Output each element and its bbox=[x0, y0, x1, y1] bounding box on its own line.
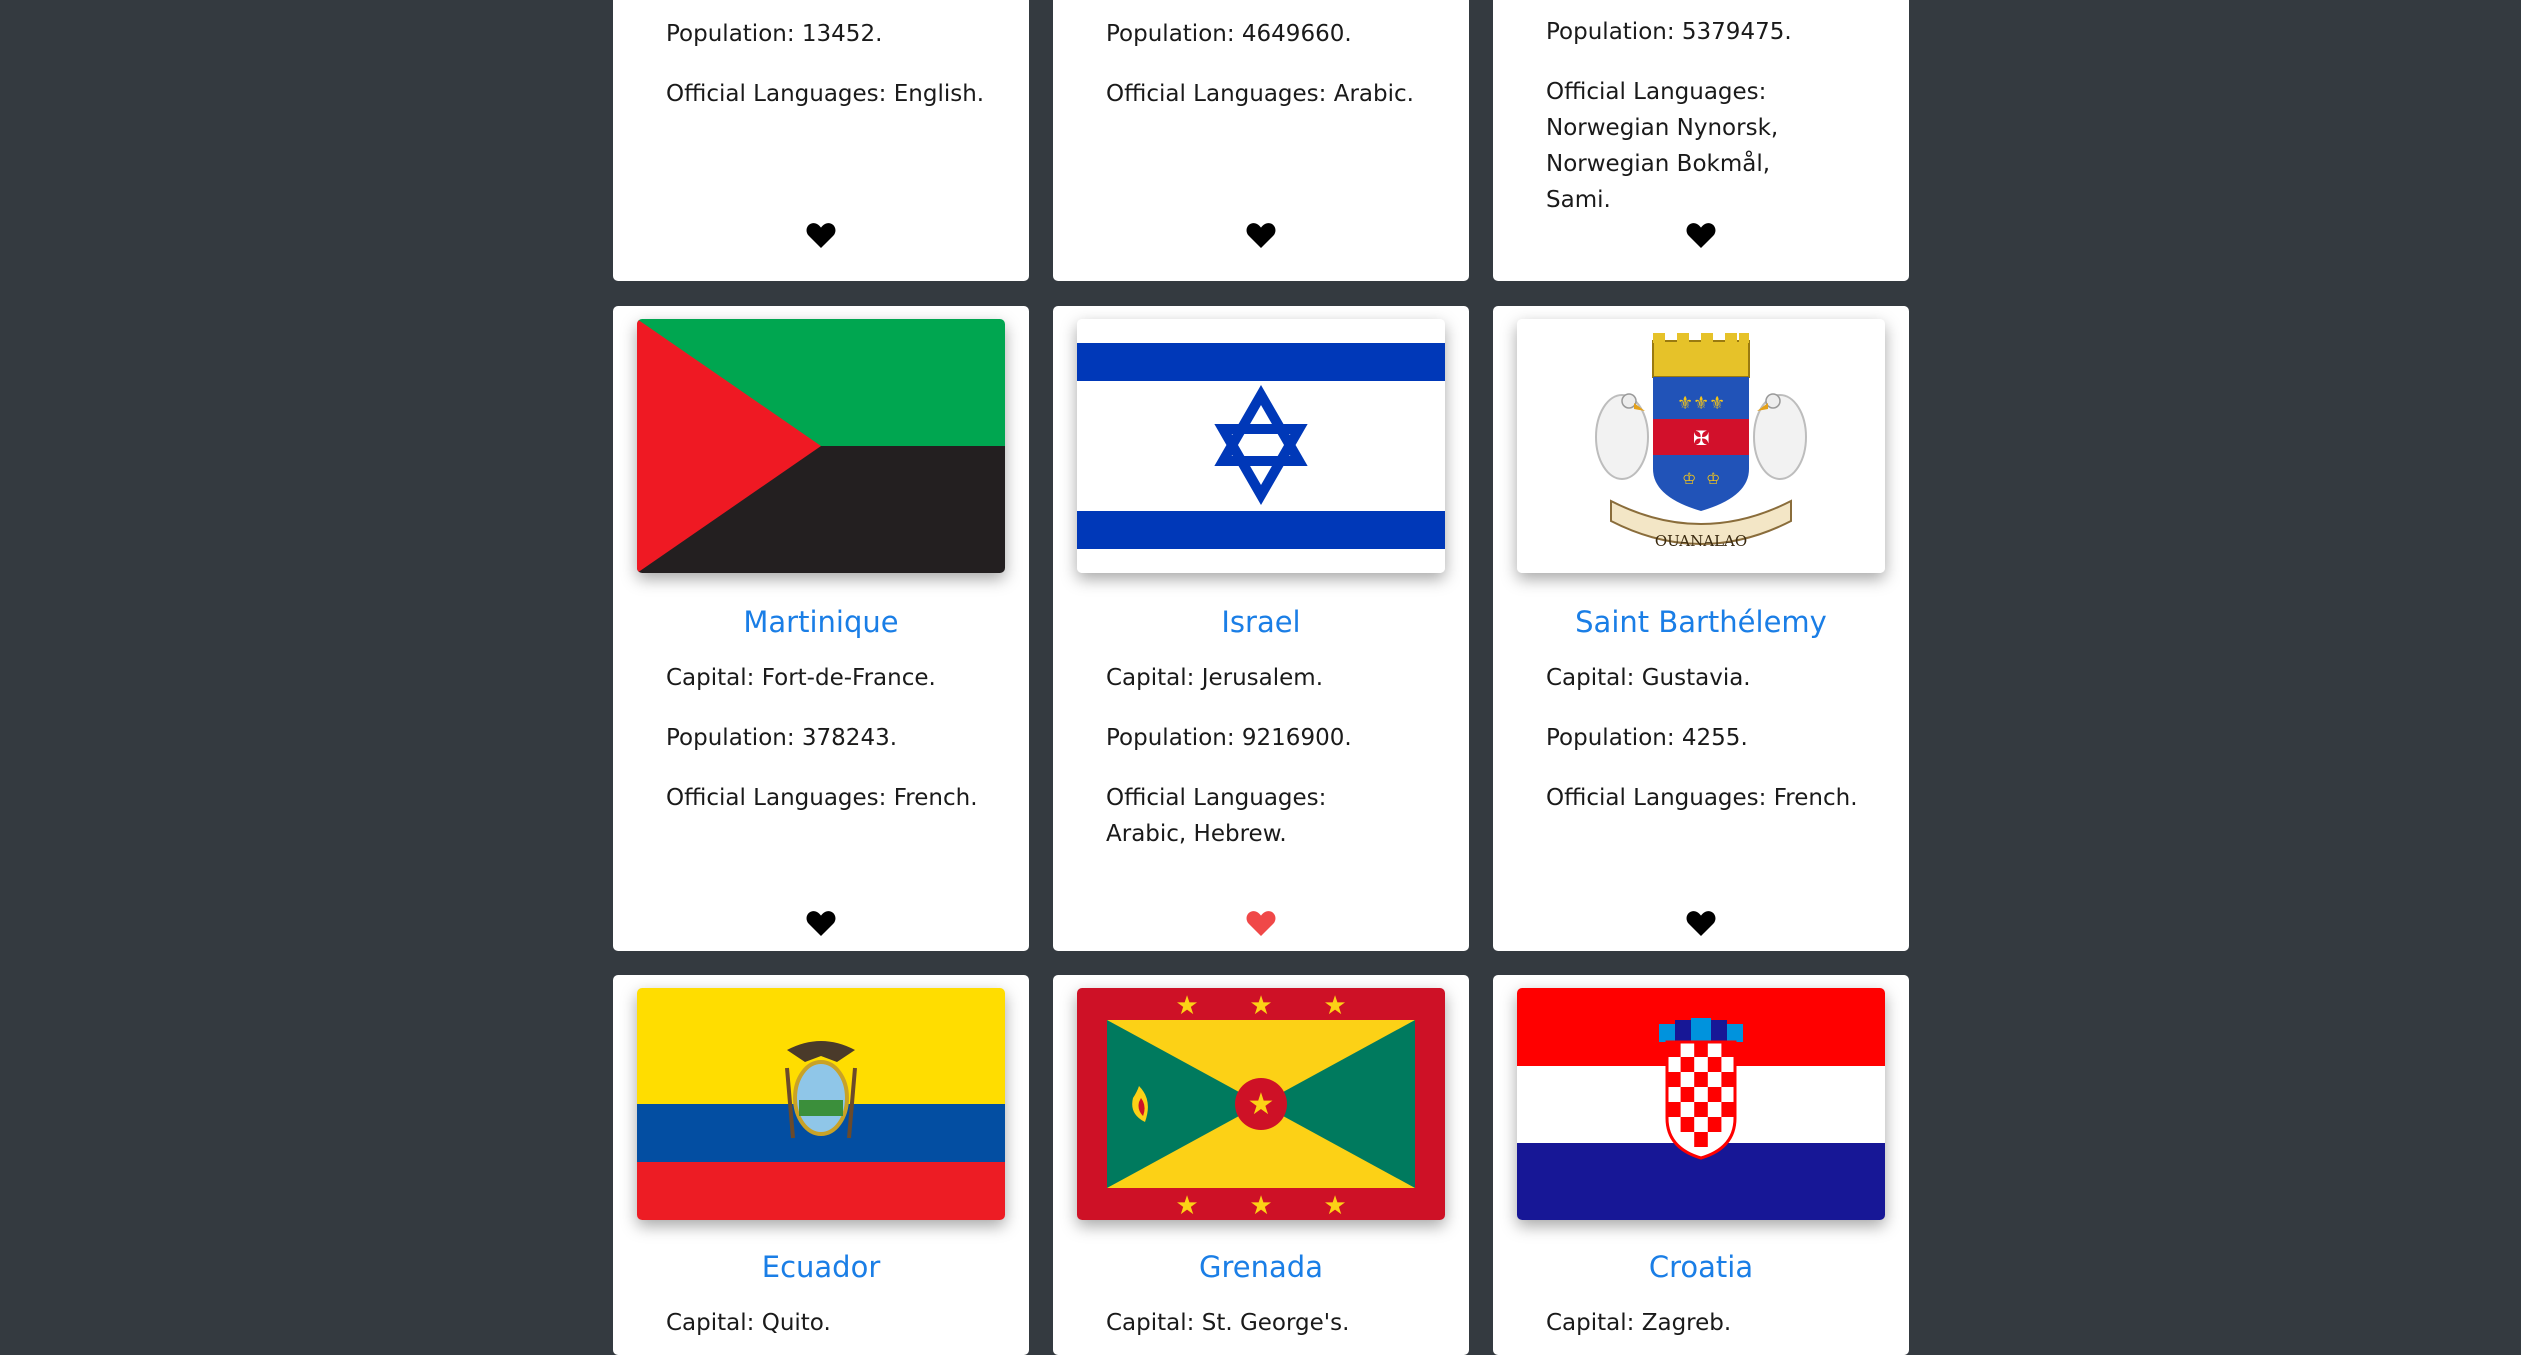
country-card: Population: 4649660. Official Languages:… bbox=[1053, 0, 1469, 281]
languages-text: Official Languages: French. bbox=[666, 785, 978, 811]
country-card: Population: 13452. Official Languages: E… bbox=[613, 0, 1029, 281]
languages-text: Official Languages: French. bbox=[1546, 785, 1858, 811]
capital-text: Capital: Fort-de-France. bbox=[666, 665, 936, 691]
country-name[interactable]: Ecuador bbox=[613, 1249, 1029, 1285]
country-card-grenada: ★ ★ ★ ★ ★ ★ ★ Grenada Capital: St. Georg… bbox=[1053, 975, 1469, 1355]
heart-icon[interactable] bbox=[806, 222, 836, 248]
heart-icon[interactable] bbox=[806, 910, 836, 936]
country-card-martinique: Martinique Capital: Fort-de-France. Popu… bbox=[613, 306, 1029, 951]
country-name[interactable]: Croatia bbox=[1493, 1249, 1909, 1285]
svg-text:♔: ♔ bbox=[1706, 469, 1720, 488]
country-card-croatia: Croatia Capital: Zagreb. bbox=[1493, 975, 1909, 1355]
israel-flag-icon bbox=[1077, 319, 1445, 573]
population-text: Population: 378243. bbox=[666, 725, 898, 751]
heart-icon[interactable] bbox=[1686, 910, 1716, 936]
heart-icon-favorited[interactable] bbox=[1246, 910, 1276, 936]
svg-text:⚜: ⚜ bbox=[1693, 393, 1709, 414]
ribbon-text: OUANALAO bbox=[1655, 532, 1747, 550]
country-card-saint-barthelemy: ⚜ ⚜ ⚜ ✠ ♔ ♔ OUANALAO Saint Barthélemy Ca… bbox=[1493, 306, 1909, 951]
capital-text: Capital: Jerusalem. bbox=[1106, 665, 1324, 691]
country-card: Population: 5379475. Official Languages:… bbox=[1493, 0, 1909, 281]
ecuador-flag-icon bbox=[637, 988, 1005, 1220]
svg-text:♔: ♔ bbox=[1682, 469, 1696, 488]
heart-icon[interactable] bbox=[1246, 222, 1276, 248]
country-name[interactable]: Grenada bbox=[1053, 1249, 1469, 1285]
country-card-israel: Israel Capital: Jerusalem. Population: 9… bbox=[1053, 306, 1469, 951]
svg-text:⚜: ⚜ bbox=[1709, 393, 1725, 414]
svg-text:★: ★ bbox=[1175, 991, 1198, 1021]
grenada-flag-icon: ★ ★ ★ ★ ★ ★ ★ bbox=[1077, 988, 1445, 1220]
svg-text:★: ★ bbox=[1175, 1191, 1198, 1220]
svg-text:★: ★ bbox=[1323, 1191, 1346, 1220]
population-text: Population: 9216900. bbox=[1106, 725, 1352, 751]
languages-text: Official Languages: Arabic. bbox=[1106, 81, 1414, 107]
svg-text:★: ★ bbox=[1249, 1191, 1272, 1220]
svg-text:⚜: ⚜ bbox=[1677, 393, 1693, 414]
svg-text:★: ★ bbox=[1248, 1087, 1275, 1122]
population-text: Population: 4255. bbox=[1546, 725, 1748, 751]
country-name[interactable]: Saint Barthélemy bbox=[1493, 604, 1909, 640]
heart-icon[interactable] bbox=[1686, 222, 1716, 248]
svg-text:✠: ✠ bbox=[1693, 426, 1710, 450]
martinique-flag-icon bbox=[637, 319, 1005, 573]
country-name[interactable]: Israel bbox=[1053, 604, 1469, 640]
country-name[interactable]: Martinique bbox=[613, 604, 1029, 640]
languages-text: Official Languages: Arabic, Hebrew. bbox=[1106, 785, 1327, 847]
languages-text: Official Languages: English. bbox=[666, 81, 985, 107]
population-text: Population: 4649660. bbox=[1106, 21, 1352, 47]
country-card-ecuador: Ecuador Capital: Quito. bbox=[613, 975, 1029, 1355]
saint-barthelemy-coat-of-arms-icon: ⚜ ⚜ ⚜ ✠ ♔ ♔ OUANALAO bbox=[1517, 319, 1885, 573]
population-text: Population: 13452. bbox=[666, 21, 883, 47]
capital-text: Capital: Gustavia. bbox=[1546, 665, 1751, 691]
croatia-flag-icon bbox=[1517, 988, 1885, 1220]
svg-text:★: ★ bbox=[1323, 991, 1346, 1021]
population-text: Population: 5379475. bbox=[1546, 19, 1792, 45]
svg-text:★: ★ bbox=[1249, 991, 1272, 1021]
languages-text: Official Languages: Norwegian Nynorsk, N… bbox=[1546, 79, 1779, 213]
